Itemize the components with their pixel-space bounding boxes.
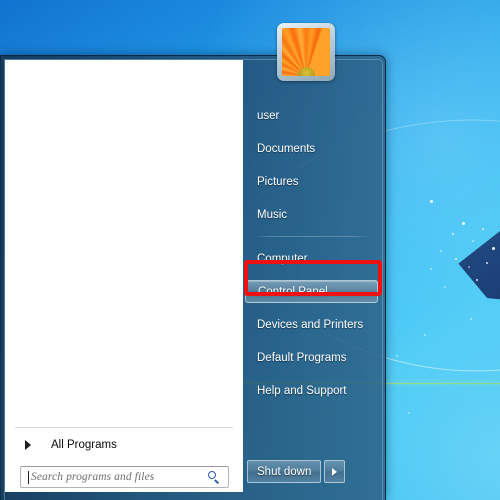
sunflower-picture-icon: [282, 28, 330, 76]
menu-divider-1: [255, 236, 369, 237]
search-icon[interactable]: [208, 470, 221, 484]
shutdown-row: Shut down: [243, 460, 346, 483]
triangle-right-icon: [25, 440, 31, 450]
menu-item-user[interactable]: user: [243, 104, 381, 127]
avatar[interactable]: [277, 23, 335, 81]
menu-item-label: Computer: [257, 252, 308, 265]
start-menu-left-pane: All Programs Search programs and files: [5, 60, 243, 492]
search-input[interactable]: Search programs and files: [20, 466, 229, 488]
shut-down-button[interactable]: Shut down: [247, 460, 322, 483]
menu-item-control-panel[interactable]: Control Panel: [245, 280, 378, 303]
avatar-frame: [277, 23, 335, 81]
all-programs-button[interactable]: All Programs: [6, 432, 242, 458]
menu-item-devices-and-printers[interactable]: Devices and Printers: [243, 313, 381, 336]
menu-item-documents[interactable]: Documents: [243, 137, 381, 160]
start-menu: All Programs Search programs and files u…: [0, 23, 386, 500]
menu-item-pictures[interactable]: Pictures: [243, 170, 381, 193]
pinned-programs-list[interactable]: [6, 61, 242, 423]
menu-item-default-programs[interactable]: Default Programs: [243, 346, 381, 369]
menu-item-help-and-support[interactable]: Help and Support: [243, 379, 381, 402]
left-pane-divider: [15, 427, 233, 428]
menu-item-music[interactable]: Music: [243, 203, 381, 226]
all-programs-label: All Programs: [51, 439, 117, 451]
menu-item-label: Default Programs: [257, 351, 347, 364]
menu-item-label: Control Panel: [258, 285, 328, 298]
menu-item-label: Music: [257, 208, 288, 221]
search-placeholder: Search programs and files: [31, 471, 155, 483]
search-area: Search programs and files: [6, 461, 242, 492]
shut-down-options-button[interactable]: [324, 460, 346, 483]
triangle-right-icon: [332, 467, 338, 476]
menu-item-label: Pictures: [257, 175, 299, 188]
right-pane-menu-list: user Documents Pictures Music Computer C…: [243, 104, 381, 412]
menu-item-label: Help and Support: [257, 384, 347, 397]
text-caret: [28, 470, 29, 484]
screen: All Programs Search programs and files u…: [0, 0, 500, 500]
menu-item-computer[interactable]: Computer: [243, 247, 381, 270]
menu-item-label: user: [257, 109, 280, 122]
start-menu-right-pane: user Documents Pictures Music Computer C…: [243, 23, 381, 500]
menu-item-label: Documents: [257, 142, 316, 155]
menu-item-label: Devices and Printers: [257, 318, 364, 331]
shut-down-label: Shut down: [257, 465, 312, 478]
